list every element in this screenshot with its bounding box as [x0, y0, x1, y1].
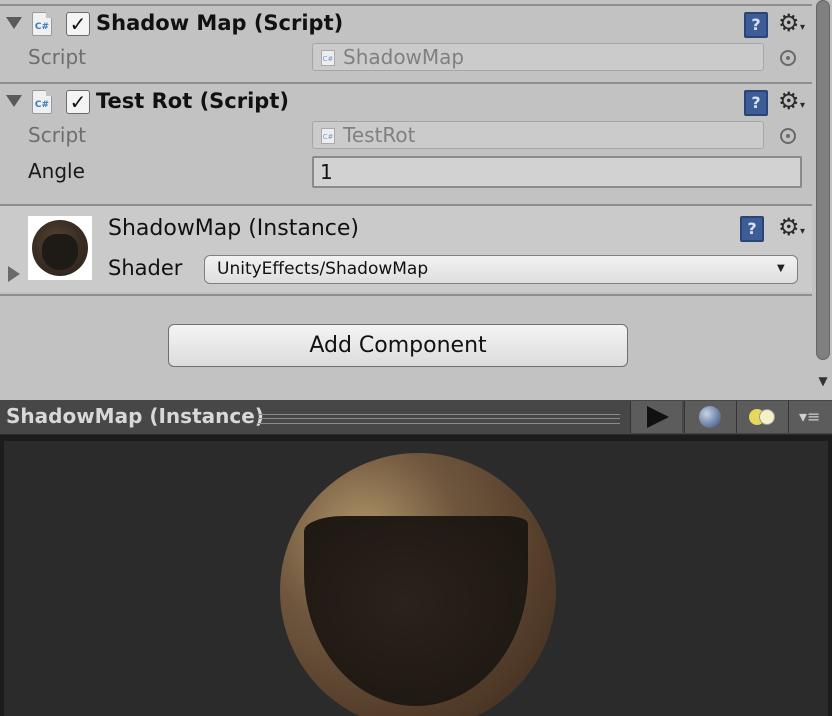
foldout-down-icon[interactable] — [6, 95, 22, 107]
help-book-icon[interactable]: ? — [744, 90, 768, 116]
help-book-icon[interactable]: ? — [744, 12, 768, 38]
gear-icon[interactable]: ⚙ — [778, 10, 800, 36]
scroll-down-arrow-icon[interactable]: ▼ — [814, 372, 832, 390]
shader-value: UnityEffects/ShadowMap — [217, 259, 429, 279]
gear-caret-icon[interactable]: ▾ — [800, 100, 805, 111]
inspector-scrollbar[interactable]: ▼ — [814, 0, 832, 400]
add-component-button[interactable]: Add Component — [168, 324, 628, 367]
component-header-shadow-map[interactable]: C# ✓ Shadow Map (Script) ? ⚙ ▾ — [0, 8, 812, 40]
script-label: Script — [28, 45, 87, 69]
material-section: ShadowMap (Instance) ? ⚙ ▾ Shader UnityE… — [0, 206, 812, 292]
material-sphere-preview — [32, 220, 88, 276]
preview-title: ShadowMap (Instance) — [6, 404, 264, 428]
component-header-test-rot[interactable]: C# ✓ Test Rot (Script) ? ⚙ ▾ — [0, 86, 812, 118]
foldout-right-icon[interactable] — [8, 266, 20, 282]
component-title: Shadow Map (Script) — [96, 11, 344, 35]
preview-menu-button[interactable]: ▾≡ — [788, 401, 832, 433]
material-thumbnail[interactable] — [28, 216, 92, 280]
script-object-field[interactable]: C# TestRot — [312, 121, 764, 149]
menu-icon: ▾≡ — [799, 407, 821, 426]
angle-input[interactable]: 1 — [312, 156, 802, 188]
component-title: Test Rot (Script) — [96, 89, 289, 113]
divider — [0, 4, 812, 6]
divider — [0, 82, 812, 84]
script-object-field[interactable]: C# ShadowMap — [312, 43, 764, 71]
csharp-script-icon: C# — [321, 50, 335, 66]
object-picker-target-icon[interactable] — [780, 50, 796, 66]
foldout-down-icon[interactable] — [6, 17, 22, 29]
component-enabled-checkbox[interactable]: ✓ — [66, 12, 90, 36]
gear-caret-icon[interactable]: ▾ — [800, 22, 805, 33]
shader-label: Shader — [108, 256, 183, 280]
preview-header: ShadowMap (Instance) ▾≡ — [0, 400, 832, 435]
shader-dropdown[interactable]: UnityEffects/ShadowMap ▼ — [204, 255, 798, 284]
scrollbar-thumb[interactable] — [816, 0, 830, 360]
play-button[interactable] — [630, 401, 682, 433]
angle-label: Angle — [28, 159, 85, 183]
component-enabled-checkbox[interactable]: ✓ — [66, 90, 90, 114]
object-picker-target-icon[interactable] — [780, 128, 796, 144]
help-book-icon[interactable]: ? — [740, 216, 764, 242]
gear-caret-icon[interactable]: ▾ — [800, 226, 805, 237]
resize-grip[interactable] — [258, 414, 620, 424]
preview-viewport[interactable] — [0, 435, 832, 716]
divider — [0, 294, 812, 296]
preview-mesh-button[interactable] — [684, 401, 736, 433]
light-icon — [759, 409, 775, 425]
gear-icon[interactable]: ⚙ — [778, 214, 800, 240]
script-value: TestRot — [343, 123, 416, 147]
angle-value: 1 — [320, 160, 333, 184]
csharp-script-icon: C# — [32, 12, 52, 36]
script-value: ShadowMap — [343, 45, 465, 69]
inspector-panel: C# ✓ Shadow Map (Script) ? ⚙ ▾ Script C#… — [0, 0, 814, 400]
preview-canvas[interactable] — [4, 441, 828, 716]
play-icon — [647, 406, 669, 428]
chevron-down-icon: ▼ — [777, 263, 785, 274]
csharp-script-icon: C# — [321, 128, 335, 144]
script-label: Script — [28, 123, 87, 147]
gear-icon[interactable]: ⚙ — [778, 88, 800, 114]
preview-lighting-button[interactable] — [736, 401, 788, 433]
material-title: ShadowMap (Instance) — [108, 216, 359, 241]
sphere-icon — [699, 406, 721, 428]
csharp-script-icon: C# — [32, 90, 52, 114]
